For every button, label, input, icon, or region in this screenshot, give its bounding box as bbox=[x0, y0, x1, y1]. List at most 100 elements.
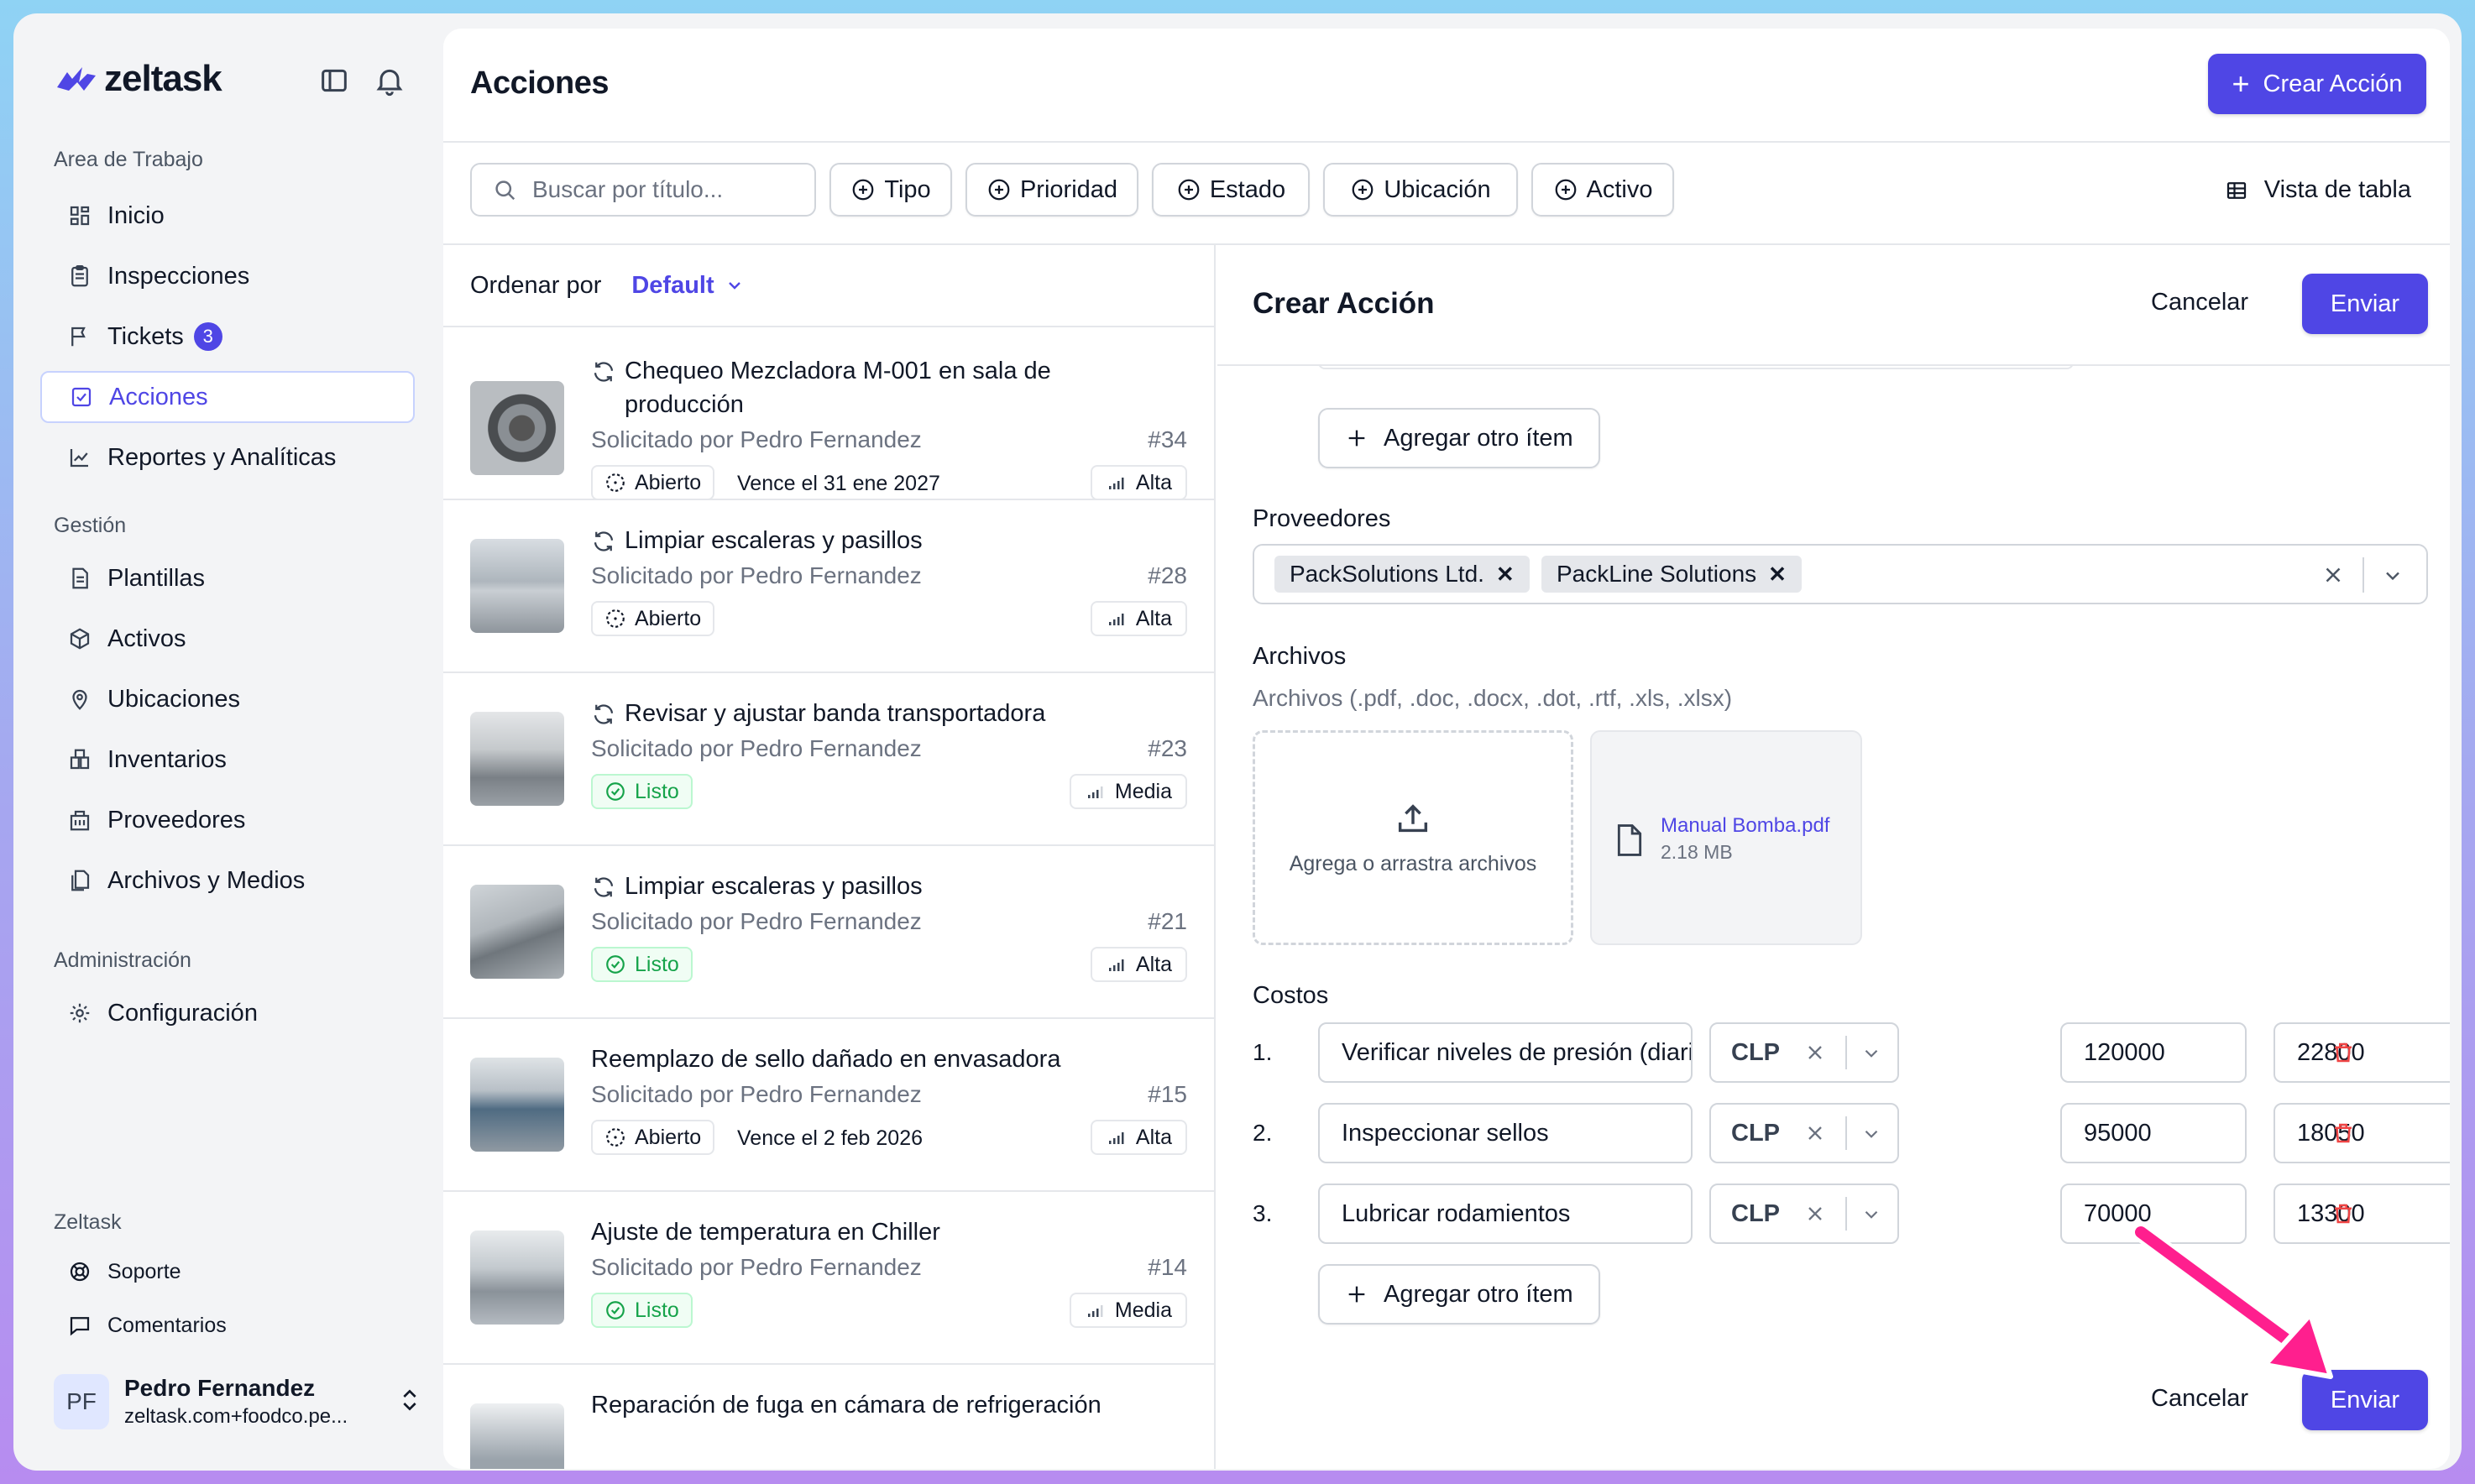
currency-select[interactable]: CLP bbox=[1709, 1184, 1899, 1244]
cost-description-input[interactable]: Lubricar rodamientos bbox=[1318, 1184, 1693, 1244]
status-text: Abierto bbox=[635, 1125, 702, 1149]
search-input[interactable]: Buscar por título... bbox=[470, 163, 816, 217]
suppliers-multiselect[interactable]: PackSolutions Ltd. ✕ PackLine Solutions … bbox=[1253, 544, 2428, 604]
cost-amount-input[interactable]: 70000 bbox=[2060, 1184, 2247, 1244]
avatar: PF bbox=[54, 1374, 109, 1429]
footer-section-label: Zeltask bbox=[54, 1210, 122, 1234]
clear-icon[interactable] bbox=[1803, 1121, 1827, 1145]
submit-button[interactable]: Enviar bbox=[2302, 274, 2428, 334]
chevron-down-icon[interactable] bbox=[1860, 1204, 1882, 1225]
trash-icon[interactable] bbox=[2331, 1120, 2356, 1147]
chevron-down-icon[interactable] bbox=[1860, 1042, 1882, 1064]
costs-label: Costos bbox=[1253, 982, 1329, 1009]
filter-activo-button[interactable]: Activo bbox=[1531, 163, 1674, 217]
sidebar-toggle-icon[interactable] bbox=[317, 64, 351, 97]
cost-tax-input[interactable]: 22800 bbox=[2274, 1022, 2450, 1083]
table-view-toggle[interactable]: Vista de tabla bbox=[2224, 176, 2411, 204]
list-item-title: Reparación de fuga en cámara de refriger… bbox=[591, 1388, 1101, 1422]
signal-bars-icon bbox=[1108, 959, 1124, 971]
sidebar-item-inspecciones[interactable]: Inspecciones bbox=[40, 250, 415, 302]
sidebar-item-tickets[interactable]: Tickets 3 bbox=[40, 311, 415, 363]
sidebar-item-ubicaciones[interactable]: Ubicaciones bbox=[40, 673, 415, 725]
support-link[interactable]: Soporte bbox=[40, 1251, 181, 1293]
clear-icon[interactable] bbox=[1803, 1041, 1827, 1064]
currency-select[interactable]: CLP bbox=[1709, 1022, 1899, 1083]
action-thumbnail bbox=[470, 712, 564, 806]
sidebar-item-activos[interactable]: Activos bbox=[40, 613, 415, 665]
clear-icon[interactable] bbox=[1803, 1202, 1827, 1225]
filter-label: Ubicación bbox=[1384, 175, 1491, 203]
admin-section-label: Administración bbox=[54, 948, 191, 972]
list-item-title: Limpiar escaleras y pasillos bbox=[591, 524, 923, 557]
filter-estado-button[interactable]: Estado bbox=[1152, 163, 1310, 217]
chevron-down-icon[interactable] bbox=[2381, 564, 2404, 588]
cost-amount-input[interactable]: 120000 bbox=[2060, 1022, 2247, 1083]
sidebar-item-plantillas[interactable]: Plantillas bbox=[40, 552, 415, 604]
building-icon bbox=[70, 810, 90, 831]
list-item[interactable]: Limpiar escaleras y pasillos Solicitado … bbox=[443, 846, 1214, 1019]
footer-submit-button[interactable]: Enviar bbox=[2302, 1370, 2428, 1430]
requested-by: Solicitado por Pedro Fernandez bbox=[591, 908, 922, 934]
due-date: Vence el 2 feb 2026 bbox=[737, 1126, 924, 1150]
title-text: Ajuste de temperatura en Chiller bbox=[591, 1219, 940, 1246]
list-item-title: Chequeo Mezcladora M-001 en sala de prod… bbox=[591, 354, 1061, 421]
dropzone-label: Agrega o arrastra archivos bbox=[1289, 851, 1537, 875]
refresh-icon bbox=[594, 362, 614, 382]
trash-icon[interactable] bbox=[2331, 1039, 2356, 1066]
sidebar-item-label: Archivos y Medios bbox=[107, 866, 306, 894]
remove-chip-icon[interactable]: ✕ bbox=[1496, 562, 1515, 588]
create-action-button[interactable]: + Crear Acción bbox=[2208, 54, 2426, 114]
cost-tax-input[interactable]: 13300 bbox=[2274, 1184, 2450, 1244]
chip-label: PackSolutions Ltd. bbox=[1290, 561, 1484, 587]
filter-tipo-button[interactable]: Tipo bbox=[829, 163, 952, 217]
sidebar-item-inventarios[interactable]: Inventarios bbox=[40, 734, 415, 786]
sidebar-item-acciones[interactable]: Acciones bbox=[40, 371, 415, 423]
list-item[interactable]: Limpiar escaleras y pasillos Solicitado … bbox=[443, 500, 1214, 673]
action-thumbnail bbox=[470, 1231, 564, 1325]
sidebar-item-reportes[interactable]: Reportes y Analíticas bbox=[40, 431, 415, 483]
status-text: Listo bbox=[635, 1298, 679, 1322]
chevron-down-icon[interactable] bbox=[1860, 1123, 1882, 1145]
form-title: Crear Acción bbox=[1253, 287, 1435, 320]
uploaded-file-card[interactable]: Manual Bomba.pdf 2.18 MB bbox=[1590, 730, 1862, 945]
list-item[interactable]: Reemplazo de sello dañado en envasadora … bbox=[443, 1019, 1214, 1192]
priority-text: Alta bbox=[1135, 606, 1172, 630]
footer-cancel-button[interactable]: Cancelar bbox=[2151, 1385, 2248, 1413]
refresh-icon bbox=[594, 531, 614, 551]
cost-description-input[interactable]: Inspeccionar sellos bbox=[1318, 1103, 1693, 1163]
logo[interactable]: zeltask bbox=[54, 58, 222, 99]
bell-icon[interactable] bbox=[373, 64, 406, 97]
remove-chip-icon[interactable]: ✕ bbox=[1768, 562, 1787, 588]
cost-amount-input[interactable]: 95000 bbox=[2060, 1103, 2247, 1163]
priority-badge: Alta bbox=[1090, 465, 1187, 500]
filter-ubicacion-button[interactable]: Ubicación bbox=[1323, 163, 1518, 217]
list-item[interactable]: Chequeo Mezcladora M-001 en sala de prod… bbox=[443, 327, 1214, 500]
add-item-button[interactable]: Agregar otro ítem bbox=[1318, 408, 1600, 468]
sidebar: zeltask Area de Trabajo Inicio Inspeccio… bbox=[13, 13, 442, 1471]
signal-bars-icon bbox=[1087, 786, 1103, 798]
feedback-link[interactable]: Comentarios bbox=[40, 1304, 227, 1346]
file-name[interactable]: Manual Bomba.pdf bbox=[1661, 814, 1829, 838]
clear-icon[interactable] bbox=[2321, 562, 2346, 588]
sidebar-item-proveedores[interactable]: Proveedores bbox=[40, 794, 415, 846]
file-dropzone[interactable]: Agrega o arrastra archivos bbox=[1253, 730, 1573, 945]
open-circle-icon bbox=[606, 473, 625, 492]
sidebar-item-archivos[interactable]: Archivos y Medios bbox=[40, 854, 415, 907]
currency-select[interactable]: CLP bbox=[1709, 1103, 1899, 1163]
add-cost-item-button[interactable]: Agregar otro ítem bbox=[1318, 1264, 1600, 1325]
sidebar-item-inicio[interactable]: Inicio bbox=[40, 190, 415, 242]
user-menu[interactable]: PF Pedro Fernandez zeltask.com+foodco.pe… bbox=[54, 1368, 423, 1435]
cancel-button[interactable]: Cancelar bbox=[2151, 289, 2248, 316]
filter-label: Activo bbox=[1586, 175, 1653, 203]
sidebar-item-configuracion[interactable]: Configuración bbox=[40, 987, 415, 1039]
status-badge: Listo bbox=[591, 774, 693, 809]
cost-description-input[interactable]: Verificar niveles de presión (diario) bbox=[1318, 1022, 1693, 1083]
list-item[interactable]: Ajuste de temperatura en Chiller Solicit… bbox=[443, 1192, 1214, 1365]
list-item[interactable]: Reparación de fuga en cámara de refriger… bbox=[443, 1365, 1214, 1469]
check-circle-icon bbox=[606, 955, 625, 974]
sort-dropdown[interactable]: Default bbox=[631, 272, 744, 300]
filter-prioridad-button[interactable]: Prioridad bbox=[965, 163, 1138, 217]
list-item[interactable]: Revisar y ajustar banda transportadora S… bbox=[443, 673, 1214, 846]
cost-tax-input[interactable]: 18050 bbox=[2274, 1103, 2450, 1163]
trash-icon[interactable] bbox=[2331, 1200, 2356, 1227]
